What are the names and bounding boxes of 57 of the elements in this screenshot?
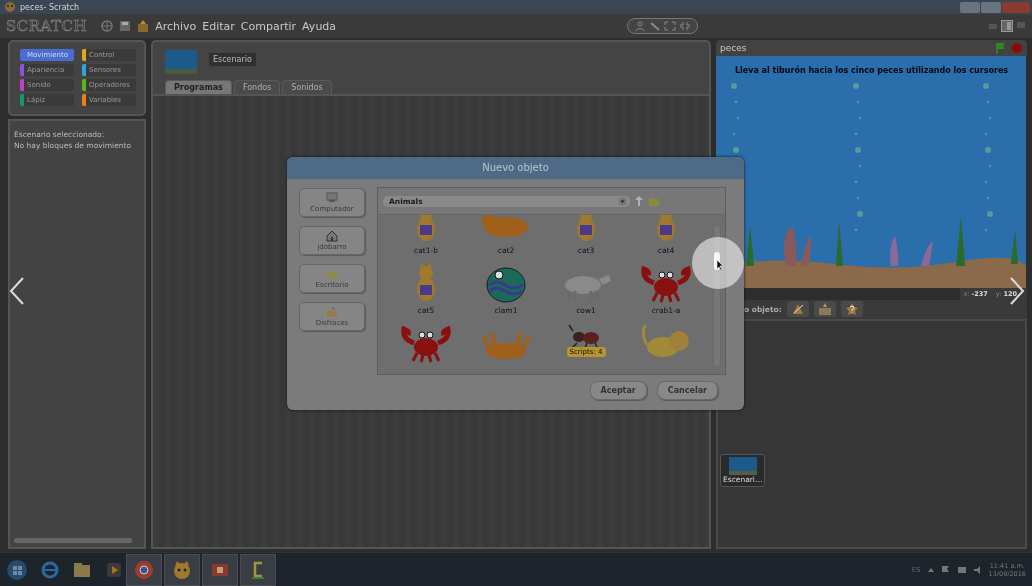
save-icon[interactable]	[119, 20, 132, 32]
flag-icon[interactable]	[940, 564, 951, 575]
scratch-logo: SCRATCH	[6, 17, 88, 35]
new-sprite-button[interactable]	[840, 301, 863, 317]
scrollbar[interactable]	[14, 538, 132, 543]
maximize-button[interactable]	[981, 1, 1001, 13]
dialog-button[interactable]: Cancelar	[656, 381, 718, 400]
start-button-icon[interactable]	[6, 558, 28, 581]
person-icon[interactable]	[633, 21, 646, 31]
up-arrow-icon[interactable]	[634, 195, 644, 207]
grow-icon[interactable]	[663, 21, 676, 31]
dialog-button[interactable]: Aceptar	[589, 381, 647, 400]
taskbar-button[interactable]	[240, 553, 276, 586]
computer-icon	[326, 192, 338, 204]
tab[interactable]: Sonidos	[282, 80, 332, 94]
name-field[interactable]: Escenario	[209, 53, 256, 66]
new-sprite-button[interactable]	[786, 301, 809, 317]
network-icon[interactable]	[956, 564, 967, 575]
project-title: peces	[720, 43, 747, 53]
paint-brush-icon	[790, 302, 805, 316]
folder-icon	[326, 306, 338, 318]
menu-item[interactable]: Archivo	[155, 19, 197, 33]
stage-thumbnail	[165, 50, 197, 74]
menu-item[interactable]: Compartir	[240, 19, 297, 33]
crab-drawing[interactable]	[641, 263, 691, 303]
scrollbar[interactable]	[713, 225, 721, 367]
globe-icon[interactable]	[101, 20, 114, 32]
speaker-icon[interactable]	[972, 564, 983, 575]
cursor-highlight	[692, 237, 744, 289]
small-stage-icon[interactable]	[988, 21, 998, 31]
caret-icon	[618, 196, 627, 206]
tab[interactable]: Fondos	[233, 80, 281, 94]
window-title: peces- Scratch	[20, 2, 80, 12]
stage-thumbnail	[728, 457, 757, 475]
presentation-icon[interactable]	[1016, 21, 1026, 31]
home-icon	[326, 230, 338, 242]
dialog-title: Nuevo objeto	[287, 157, 744, 179]
browser-icon[interactable]	[40, 559, 60, 580]
app-icon	[4, 1, 16, 13]
taskbar-button[interactable]	[164, 553, 200, 586]
folder-icon	[326, 268, 338, 280]
menu-item[interactable]: Ayuda	[302, 19, 337, 33]
flag-icon[interactable]	[995, 42, 1007, 54]
normal-stage-icon[interactable]	[1001, 20, 1013, 32]
taskbar-button[interactable]	[126, 553, 162, 586]
menu-item[interactable]: Editar	[202, 19, 235, 33]
crab-drawing[interactable]	[401, 323, 451, 363]
stage-instruction: Lleva al tiburón hacia los cinco peces utilizando los cursores	[733, 66, 1010, 75]
cat-face-icon	[171, 558, 193, 581]
taskbar-button[interactable]	[202, 553, 238, 586]
tab[interactable]: Programas	[165, 80, 232, 94]
shrink-icon[interactable]	[678, 21, 691, 31]
share-icon[interactable]	[137, 20, 150, 32]
mouse-pointer-icon	[716, 259, 724, 271]
new-sprite-button[interactable]	[813, 301, 836, 317]
minimize-button[interactable]	[960, 1, 980, 13]
question-star-icon	[844, 302, 859, 316]
